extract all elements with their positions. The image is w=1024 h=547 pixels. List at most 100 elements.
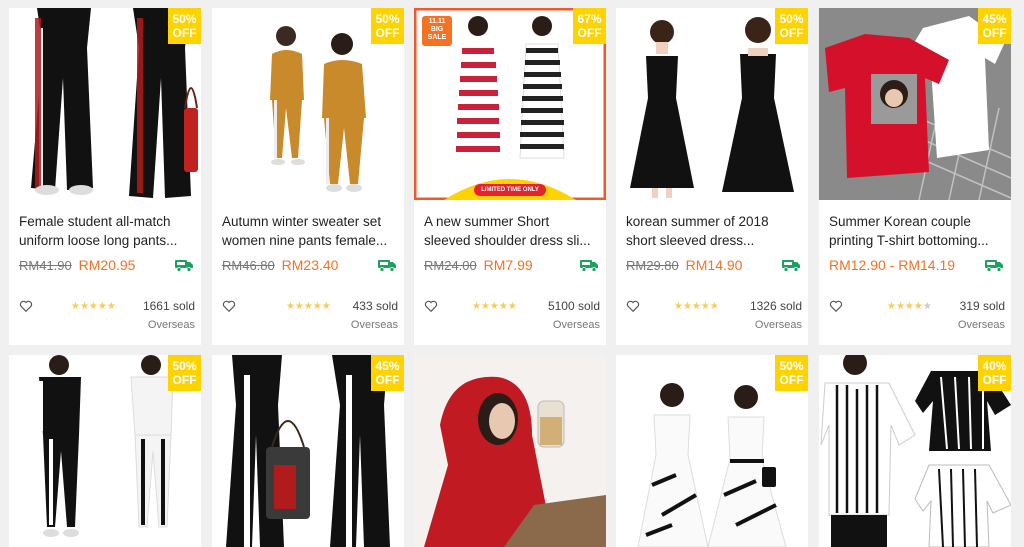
product-image[interactable]: 50% OFF xyxy=(616,355,808,547)
shipping-origin: Overseas xyxy=(754,319,802,331)
product-title-line-2: women nine pants female... xyxy=(222,233,388,248)
discount-badge: 40% OFF xyxy=(978,355,1011,391)
free-shipping-truck-icon xyxy=(580,260,598,272)
product-title[interactable]: A new summer Short sleeved shoulder dres… xyxy=(424,212,600,250)
card-footer: ★★★★★ 433 sold Overseas xyxy=(222,299,398,331)
price-row: RM24.00 RM7.99 xyxy=(424,257,600,275)
discount-off-label: OFF xyxy=(375,373,400,387)
price-row: RM29.80 RM14.90 xyxy=(626,257,802,275)
heart-outline-icon[interactable] xyxy=(424,299,438,313)
discount-percent: 40% xyxy=(982,359,1007,373)
product-image[interactable]: 50% OFF xyxy=(9,355,201,547)
sale-price: RM23.40 xyxy=(281,257,339,273)
discount-badge: 50% OFF xyxy=(775,355,808,391)
product-card[interactable]: 40% OFF xyxy=(819,355,1011,547)
heart-outline-icon[interactable] xyxy=(829,299,843,313)
discount-percent: 50% xyxy=(779,12,804,26)
product-image[interactable]: 50% OFF xyxy=(212,8,404,200)
discount-percent: 67% xyxy=(577,12,602,26)
product-title-line-1: Autumn winter sweater set xyxy=(222,214,382,229)
discount-off-label: OFF xyxy=(172,26,197,40)
sale-price: RM7.99 xyxy=(483,257,533,273)
card-footer: ★★★★★ 1661 sold Overseas xyxy=(19,299,195,331)
product-title-line-1: Summer Korean couple xyxy=(829,214,971,229)
price-row: RM12.90 - RM14.19 xyxy=(829,257,1005,275)
promo-sale-logo: 11.11 BIG SALE xyxy=(427,18,447,41)
free-shipping-truck-icon xyxy=(985,260,1003,272)
sold-count: 5100 sold xyxy=(547,299,600,313)
sold-count: 319 sold xyxy=(959,299,1005,313)
discount-percent: 50% xyxy=(779,359,804,373)
product-title-line-2: sleeved shoulder dress sli... xyxy=(424,233,591,248)
free-shipping-truck-icon xyxy=(378,260,396,272)
discount-off-label: OFF xyxy=(779,373,804,387)
product-card[interactable]: 11.11 BIG SALE LIMITED TIME ONLY 67% OFF… xyxy=(414,8,606,345)
product-title-line-1: Female student all-match xyxy=(19,214,171,229)
product-title-line-1: A new summer Short xyxy=(424,214,550,229)
discount-off-label: OFF xyxy=(577,26,602,40)
discount-percent: 45% xyxy=(982,12,1007,26)
discount-percent: 50% xyxy=(172,12,197,26)
heart-outline-icon[interactable] xyxy=(19,299,33,313)
card-footer: ★★★★★ 5100 sold Overseas xyxy=(424,299,600,331)
product-card[interactable]: 50% OFF Female student all-match uniform… xyxy=(9,8,201,345)
product-card[interactable]: 45% OFF xyxy=(212,355,404,547)
discount-percent: 50% xyxy=(375,12,400,26)
product-image[interactable]: 50% OFF xyxy=(616,8,808,200)
sold-count: 433 sold xyxy=(352,299,398,313)
discount-badge: 50% OFF xyxy=(168,8,201,44)
product-title-line-2: short sleeved dress... xyxy=(626,233,755,248)
discount-off-label: OFF xyxy=(982,26,1007,40)
product-image[interactable]: 40% OFF xyxy=(819,355,1011,547)
product-title[interactable]: korean summer of 2018 short sleeved dres… xyxy=(626,212,802,250)
heart-outline-icon[interactable] xyxy=(222,299,236,313)
rating-stars: ★★★★★ xyxy=(472,301,517,312)
original-price: RM24.00 xyxy=(424,258,477,273)
card-footer: ★★★★★ 1326 sold Overseas xyxy=(626,299,802,331)
product-card[interactable]: 50% OFF xyxy=(9,355,201,547)
product-image[interactable] xyxy=(414,355,606,547)
product-title[interactable]: Female student all-match uniform loose l… xyxy=(19,212,195,250)
original-price: RM29.80 xyxy=(626,258,679,273)
product-image[interactable]: 45% OFF xyxy=(819,8,1011,200)
discount-badge: 67% OFF xyxy=(573,8,606,44)
shipping-origin: Overseas xyxy=(147,319,195,331)
shipping-origin: Overseas xyxy=(957,319,1005,331)
discount-badge: 50% OFF xyxy=(371,8,404,44)
sale-price: RM14.90 xyxy=(685,257,743,273)
original-price: RM41.90 xyxy=(19,258,72,273)
product-title-line-1: korean summer of 2018 xyxy=(626,214,769,229)
shipping-origin: Overseas xyxy=(552,319,600,331)
price-row: RM46.80 RM23.40 xyxy=(222,257,398,275)
rating-stars: ★★★★★ xyxy=(71,301,116,312)
product-image[interactable]: 11.11 BIG SALE LIMITED TIME ONLY 67% OFF xyxy=(414,8,606,200)
product-card[interactable]: 50% OFF xyxy=(616,355,808,547)
product-title[interactable]: Autumn winter sweater set women nine pan… xyxy=(222,212,398,250)
product-card[interactable]: 45% OFF Summer Korean couple printing T-… xyxy=(819,8,1011,345)
free-shipping-truck-icon xyxy=(782,260,800,272)
product-title[interactable]: Summer Korean couple printing T-shirt bo… xyxy=(829,212,1005,250)
original-price: RM46.80 xyxy=(222,258,275,273)
sold-count: 1326 sold xyxy=(749,299,802,313)
rating-stars: ★★★★★ xyxy=(286,301,331,312)
product-card[interactable]: 50% OFF korean summer of 2018 short slee… xyxy=(616,8,808,345)
card-footer: ★★★★★ 319 sold Overseas xyxy=(829,299,1005,331)
product-image[interactable]: 45% OFF xyxy=(212,355,404,547)
discount-badge: 45% OFF xyxy=(978,8,1011,44)
shipping-origin: Overseas xyxy=(350,319,398,331)
discount-off-label: OFF xyxy=(172,373,197,387)
discount-off-label: OFF xyxy=(375,26,400,40)
sold-count: 1661 sold xyxy=(142,299,195,313)
discount-badge: 50% OFF xyxy=(775,8,808,44)
heart-outline-icon[interactable] xyxy=(626,299,640,313)
product-card[interactable] xyxy=(414,355,606,547)
product-title-line-2: uniform loose long pants... xyxy=(19,233,178,248)
price-range: RM12.90 - RM14.19 xyxy=(829,257,956,273)
sale-price: RM20.95 xyxy=(78,257,136,273)
price-row: RM41.90 RM20.95 xyxy=(19,257,195,275)
product-card[interactable]: 50% OFF Autumn winter sweater set women … xyxy=(212,8,404,345)
product-image[interactable]: 50% OFF xyxy=(9,8,201,200)
discount-percent: 50% xyxy=(172,359,197,373)
discount-off-label: OFF xyxy=(779,26,804,40)
product-photo-red-hoodie xyxy=(414,355,606,547)
